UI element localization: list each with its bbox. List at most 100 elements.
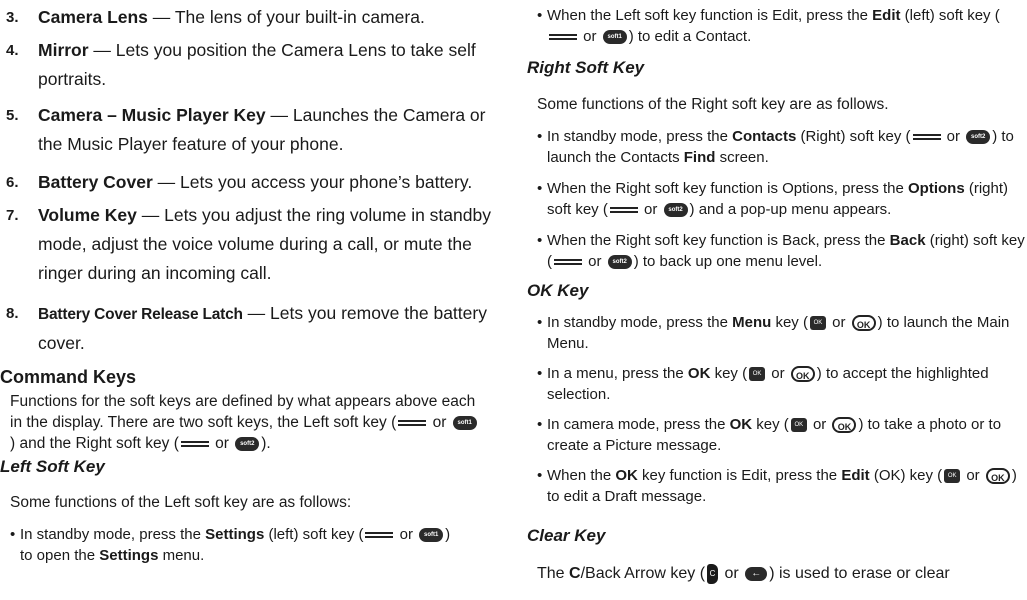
ok-key-icon: OK bbox=[944, 469, 961, 484]
text: or bbox=[395, 526, 418, 543]
text: ) and a pop-up menu appears. bbox=[689, 200, 892, 218]
bold-text: Settings bbox=[99, 546, 159, 564]
text: or bbox=[767, 365, 789, 382]
soft1-key-icon: soft1 bbox=[419, 528, 444, 543]
text: screen. bbox=[715, 148, 769, 166]
right-soft-key-intro: Some functions of the Right soft key are… bbox=[537, 96, 889, 113]
text: ) is used to erase or clear bbox=[769, 565, 950, 582]
text: menu. bbox=[158, 546, 205, 564]
section-heading: Command Keys bbox=[0, 367, 137, 387]
ok-key-large-icon: OK bbox=[985, 468, 1010, 485]
text: or bbox=[808, 416, 831, 433]
bold-text: Menu bbox=[732, 314, 772, 331]
ok-key-icon: OK bbox=[790, 418, 807, 433]
text: key ( bbox=[771, 314, 808, 331]
right-panel: • When the Left soft key function is Edi… bbox=[527, 0, 1025, 600]
text: (OK) key ( bbox=[869, 467, 943, 484]
soft2-key-icon: soft2 bbox=[966, 130, 991, 145]
bullet-icon: • bbox=[537, 467, 543, 484]
bold-text: C bbox=[569, 565, 581, 582]
text: or bbox=[428, 414, 451, 431]
text: When the Right soft key function is Back… bbox=[547, 232, 890, 249]
item-sep: — bbox=[88, 40, 116, 60]
text: ) and the Right soft key ( bbox=[10, 435, 179, 452]
list-item: • In standby mode, press the Settings (l… bbox=[0, 525, 462, 566]
text: When the Left soft key function is Edit,… bbox=[547, 7, 873, 24]
list-item: • In a menu, press the OK key (OK or OK)… bbox=[527, 364, 1025, 405]
list-item: 7. Volume Key — Lets you adjust the ring… bbox=[0, 201, 500, 288]
clear-key-paragraph: The C/Back Arrow key (C or ←) is used to… bbox=[527, 563, 1027, 584]
text: key ( bbox=[710, 365, 748, 382]
item-title: Mirror bbox=[38, 40, 89, 60]
item-text: The lens of your built-in camera. bbox=[174, 7, 425, 27]
item-title: Battery Cover Release Latch bbox=[38, 306, 243, 323]
text: In camera mode, press the bbox=[547, 416, 730, 433]
list-item: • In camera mode, press the OK key (OK o… bbox=[527, 415, 1025, 456]
bullet-icon: • bbox=[537, 7, 543, 24]
section-heading: OK Key bbox=[527, 281, 589, 300]
soft-key-line-icon bbox=[554, 258, 582, 266]
soft-key-line-icon bbox=[609, 206, 638, 214]
text: or bbox=[942, 128, 965, 145]
bold-text: Edit bbox=[872, 7, 901, 24]
list-item: • In standby mode, press the Menu key (O… bbox=[527, 313, 1025, 354]
item-text: Lets you access your phone’s battery. bbox=[180, 172, 473, 192]
list-item: • When the Left soft key function is Edi… bbox=[527, 6, 1023, 47]
item-title: Battery Cover bbox=[38, 172, 153, 192]
bullet-icon: • bbox=[10, 526, 16, 543]
command-keys-paragraph: Functions for the soft keys are defined … bbox=[0, 391, 480, 454]
text: In standby mode, press the bbox=[547, 314, 733, 331]
text: In standby mode, press the bbox=[547, 128, 733, 145]
list-item: 8. Battery Cover Release Latch — Lets yo… bbox=[0, 299, 500, 358]
item-number: 4. bbox=[6, 42, 19, 59]
item-sep: — bbox=[265, 105, 293, 125]
text: or bbox=[584, 252, 606, 270]
item-title: Camera – Music Player Key bbox=[38, 105, 266, 125]
text: key ( bbox=[752, 416, 789, 433]
bold-text: OK bbox=[729, 416, 753, 433]
text: or bbox=[962, 467, 984, 484]
ok-key-icon: OK bbox=[809, 316, 826, 331]
list-item: 6. Battery Cover — Lets you access your … bbox=[0, 168, 508, 197]
text: or bbox=[210, 435, 234, 452]
text: When the Right soft key function is Opti… bbox=[547, 180, 909, 197]
bold-text: Back bbox=[889, 232, 926, 249]
left-panel: 3. Camera Lens — The lens of your built-… bbox=[0, 0, 500, 600]
list-item: • When the OK key function is Edit, pres… bbox=[527, 466, 1027, 507]
bold-text: Options bbox=[908, 180, 965, 197]
list-item: • In standby mode, press the Contacts (R… bbox=[527, 127, 1025, 168]
bold-text: Find bbox=[683, 148, 716, 166]
bold-text: OK bbox=[615, 467, 638, 484]
text: (left) soft key ( bbox=[900, 7, 1000, 24]
bold-text: OK bbox=[687, 365, 711, 382]
bullet-icon: • bbox=[537, 416, 543, 433]
text: or bbox=[827, 314, 850, 331]
soft2-key-icon: soft2 bbox=[607, 254, 632, 269]
item-sep: — bbox=[136, 205, 165, 225]
soft-key-line-icon bbox=[398, 419, 427, 427]
section-heading: Right Soft Key bbox=[527, 58, 645, 77]
list-item: 4. Mirror — Lets you position the Camera… bbox=[0, 36, 500, 94]
list-item: • When the Right soft key function is Op… bbox=[527, 179, 1025, 220]
text: /Back Arrow key ( bbox=[580, 565, 706, 582]
left-soft-key-intro: Some functions of the Left soft key are … bbox=[10, 494, 352, 511]
bullet-icon: • bbox=[537, 314, 543, 331]
text: ) to edit a Contact. bbox=[628, 27, 752, 45]
item-number: 5. bbox=[6, 107, 19, 124]
item-number: 6. bbox=[6, 174, 19, 191]
soft1-key-icon: soft1 bbox=[452, 415, 477, 430]
text: When the bbox=[547, 467, 616, 484]
bullet-icon: • bbox=[537, 365, 543, 382]
text: key function is Edit, press the bbox=[637, 467, 842, 484]
item-number: 3. bbox=[6, 9, 19, 26]
item-number: 7. bbox=[6, 207, 19, 224]
text: In a menu, press the bbox=[547, 365, 688, 382]
list-item: 5. Camera – Music Player Key — Launches … bbox=[0, 101, 500, 159]
soft-key-line-icon bbox=[549, 33, 577, 41]
soft2-key-icon: soft2 bbox=[663, 202, 688, 217]
bullet-icon: • bbox=[537, 128, 543, 145]
text: In standby mode, press the bbox=[20, 526, 206, 543]
text: ) to back up one menu level. bbox=[633, 252, 823, 270]
back-arrow-icon: ← bbox=[745, 566, 768, 581]
text: (left) soft key ( bbox=[264, 526, 364, 543]
